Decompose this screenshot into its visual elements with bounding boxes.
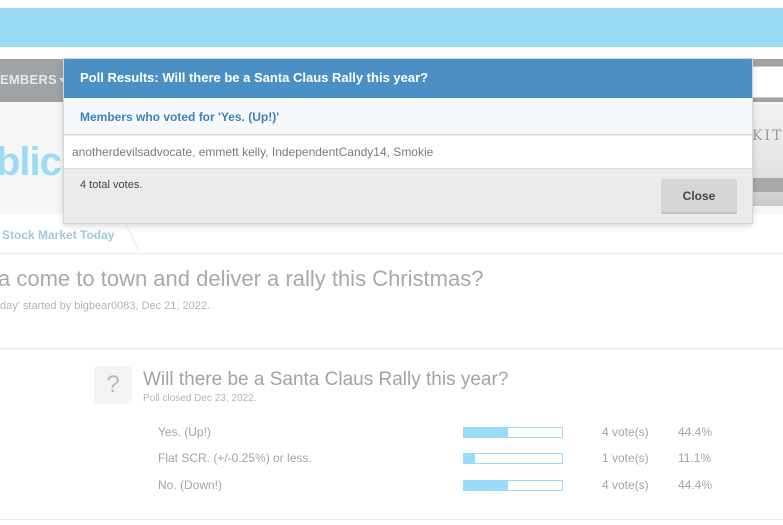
poll-option-label: Flat SCR. (+/-0.25%) or less. — [158, 451, 312, 465]
question-icon: ? — [94, 366, 132, 404]
modal-subtitle: Members who voted for 'Yes. (Up!)' — [80, 110, 280, 124]
search-input[interactable] — [748, 66, 783, 98]
thread-meta: day' started by bigbear0083, Dec 21, 202… — [0, 300, 211, 312]
poll-result-row[interactable]: Flat SCR. (+/-0.25%) or less. 1 vote(s) … — [0, 449, 783, 469]
hero-image-shelf — [750, 178, 783, 192]
poll-result-fill — [464, 481, 508, 490]
poll-vote-count: 1 vote(s) — [602, 451, 649, 465]
poll-question: Will there be a Santa Claus Rally this y… — [143, 369, 509, 390]
poll-option-label: No. (Down!) — [158, 478, 223, 492]
modal-subheader: Members who voted for 'Yes. (Up!)' — [64, 98, 752, 135]
voter-names[interactable]: anotherdevilsadvocate, emmett kelly, Ind… — [72, 145, 433, 159]
close-button[interactable]: Close — [661, 179, 737, 214]
thread-title: a come to town and deliver a rally this … — [0, 266, 484, 291]
modal-header: Poll Results: Will there be a Santa Clau… — [64, 59, 752, 98]
poll-result-row[interactable]: Yes. (Up!) 4 vote(s) 44.4% — [0, 423, 783, 443]
poll-result-fill — [464, 454, 475, 463]
poll-result-fill — [464, 428, 508, 437]
total-votes: 4 total votes. — [80, 179, 143, 191]
breadcrumb-item[interactable]: Stock Market Today — [2, 228, 114, 242]
poll-vote-count: 4 vote(s) — [602, 478, 649, 492]
nav-members-label: EMBERS — [0, 72, 57, 87]
poll-results-modal: Poll Results: Will there be a Santa Clau… — [63, 58, 753, 224]
poll-percentage: 11.1% — [678, 451, 712, 465]
top-banner — [0, 8, 783, 47]
hero-image-text: KITCH — [752, 128, 783, 144]
modal-title: Poll Results: Will there be a Santa Clau… — [80, 70, 429, 85]
divider — [0, 253, 783, 254]
poll-vote-count: 4 vote(s) — [602, 425, 649, 439]
nav-members-tab[interactable]: EMBERS — [0, 72, 67, 87]
poll-result-bar — [463, 453, 563, 464]
poll-percentage: 44.4% — [678, 478, 713, 492]
poll-result-row[interactable]: No. (Down!) 4 vote(s) 44.4% — [0, 476, 783, 496]
poll-result-bar — [463, 427, 563, 438]
poll-status: Poll closed Dec 23, 2022. — [143, 393, 257, 404]
poll-result-bar — [463, 480, 563, 491]
hero-image: KITCH — [750, 104, 783, 206]
poll-percentage: 44.4% — [678, 425, 713, 439]
poll-option-label: Yes. (Up!) — [158, 425, 211, 439]
page: EMBERS blics KITCH Stock Market Today a … — [0, 0, 783, 525]
voter-list: anotherdevilsadvocate, emmett kelly, Ind… — [64, 136, 752, 169]
